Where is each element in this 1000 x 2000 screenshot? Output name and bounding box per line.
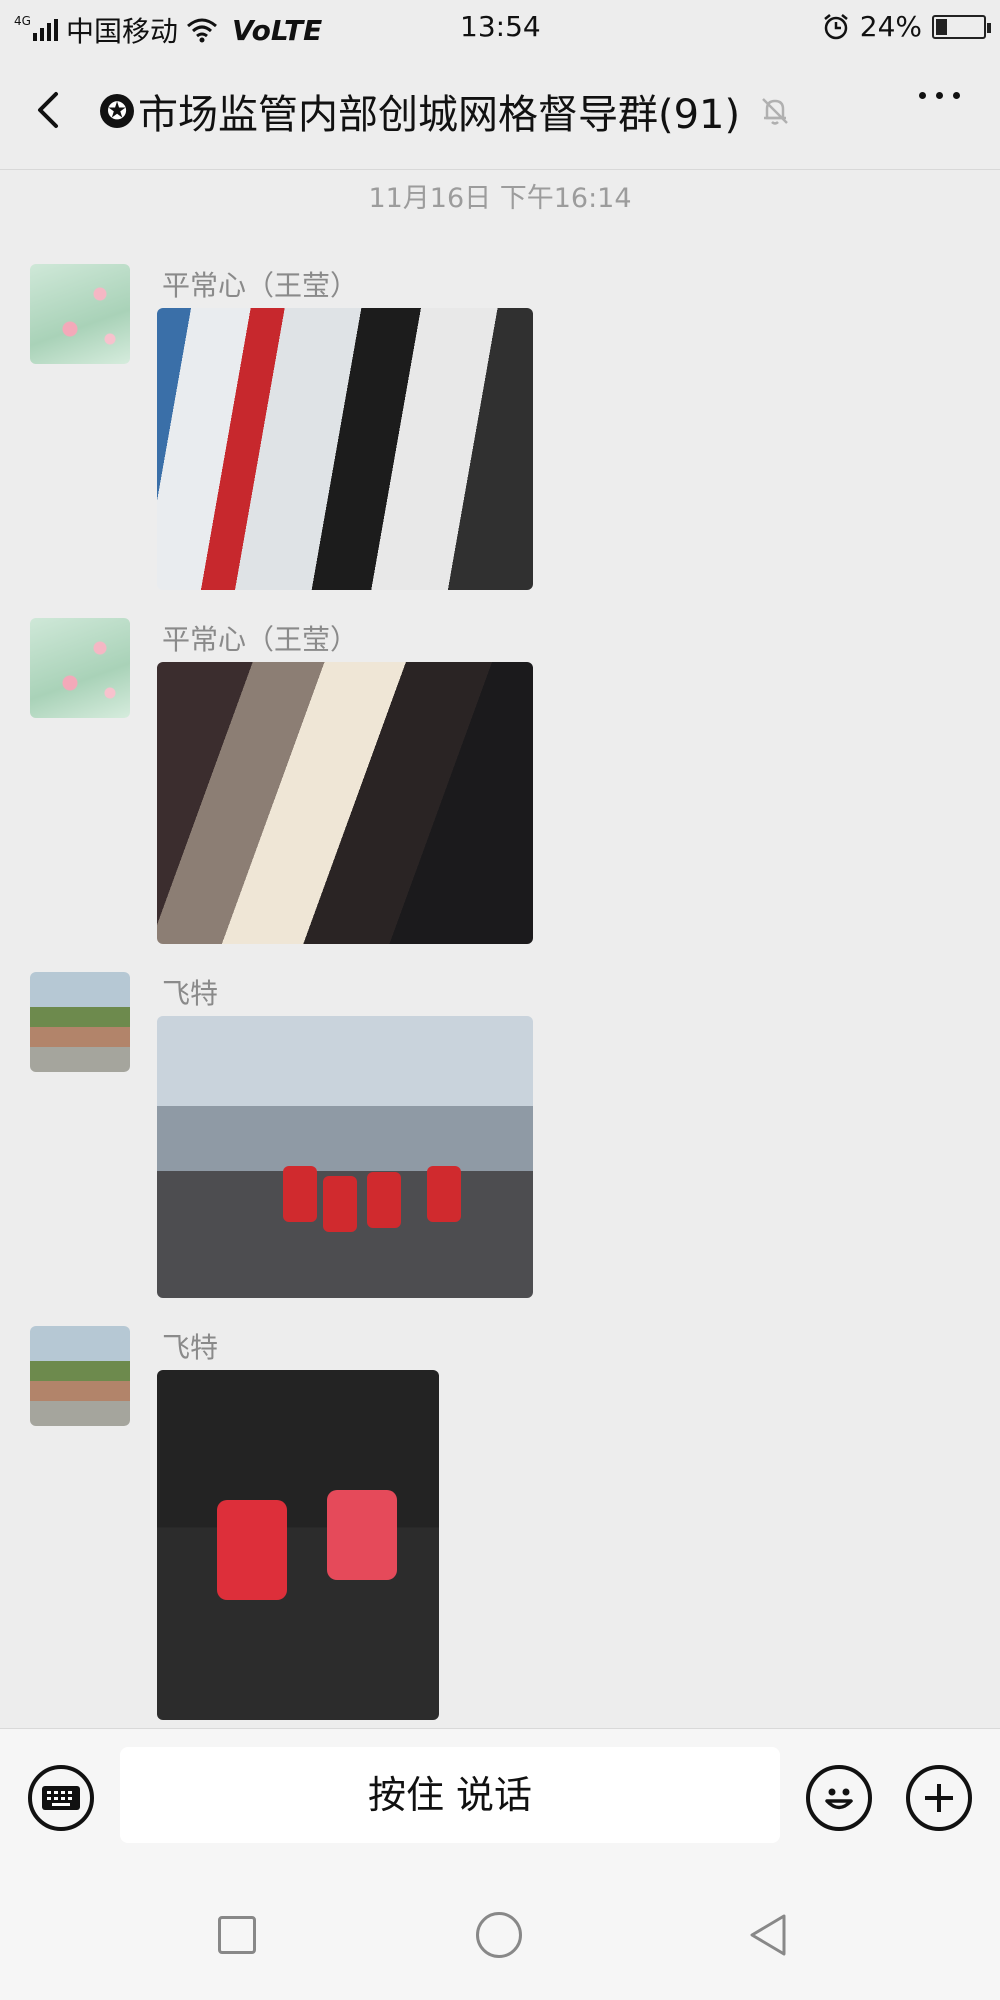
back-button[interactable] — [28, 80, 78, 140]
star-icon: ✪ — [100, 94, 134, 128]
signal-icon — [32, 19, 58, 41]
message-item: 飞特 — [0, 1326, 1000, 1720]
volte-label: VoLTE — [231, 13, 323, 47]
avatar[interactable] — [30, 618, 130, 718]
image-message[interactable] — [157, 1016, 533, 1298]
sender-name: 飞特 — [162, 1331, 219, 1364]
sender-name: 飞特 — [162, 977, 219, 1010]
status-left: 4G 中国移动 VoLTE — [14, 10, 322, 50]
chat-timestamp: 11月16日 下午16:14 — [368, 183, 632, 214]
message-item: 飞特 — [0, 972, 1000, 1298]
status-right: 24% — [822, 10, 991, 43]
input-bar: 按住 说话 — [0, 1728, 1000, 1868]
hold-to-talk-button[interactable]: 按住 说话 — [120, 1747, 780, 1843]
sender-name: 平常心（王莹） — [162, 269, 359, 302]
battery-fill — [936, 18, 947, 35]
carrier-label: 中国移动 — [65, 15, 178, 48]
sender-name: 平常心（王莹） — [162, 623, 359, 656]
image-message[interactable] — [157, 662, 533, 944]
alarm-icon — [823, 13, 848, 39]
emoji-icon — [825, 1788, 853, 1810]
title-wrap: ✪ 市场监管内部创城网格督导群(91) — [100, 82, 792, 140]
avatar[interactable] — [30, 264, 130, 364]
more-functions-button[interactable] — [906, 1765, 972, 1831]
avatar[interactable] — [30, 1326, 130, 1426]
chat-title[interactable]: 市场监管内部创城网格督导群(91) — [138, 82, 740, 140]
battery-icon — [932, 14, 991, 39]
emoji-button[interactable] — [806, 1765, 872, 1831]
chat-header: ✪ 市场监管内部创城网格督导群(91) — [0, 52, 1000, 170]
battery-percent: 24% — [859, 10, 922, 43]
recent-apps-button[interactable] — [218, 1916, 256, 1954]
wifi-icon — [186, 18, 217, 43]
status-bar: 4G 中国移动 VoLTE 13:54 24% — [0, 0, 1000, 52]
clock: 13:54 — [460, 10, 541, 43]
network-tag: 4G — [14, 14, 31, 28]
plus-icon — [925, 1784, 953, 1812]
keyboard-toggle-button[interactable] — [28, 1765, 94, 1831]
more-options-button[interactable] — [919, 92, 960, 99]
keyboard-icon — [42, 1786, 80, 1810]
image-message[interactable] — [157, 308, 533, 590]
nav-back-button[interactable] — [746, 1912, 790, 1958]
system-nav-bar — [0, 1868, 1000, 2000]
home-button[interactable] — [476, 1912, 522, 1958]
mute-bell-icon — [762, 98, 788, 125]
image-message[interactable] — [157, 1370, 439, 1720]
avatar[interactable] — [30, 972, 130, 1072]
